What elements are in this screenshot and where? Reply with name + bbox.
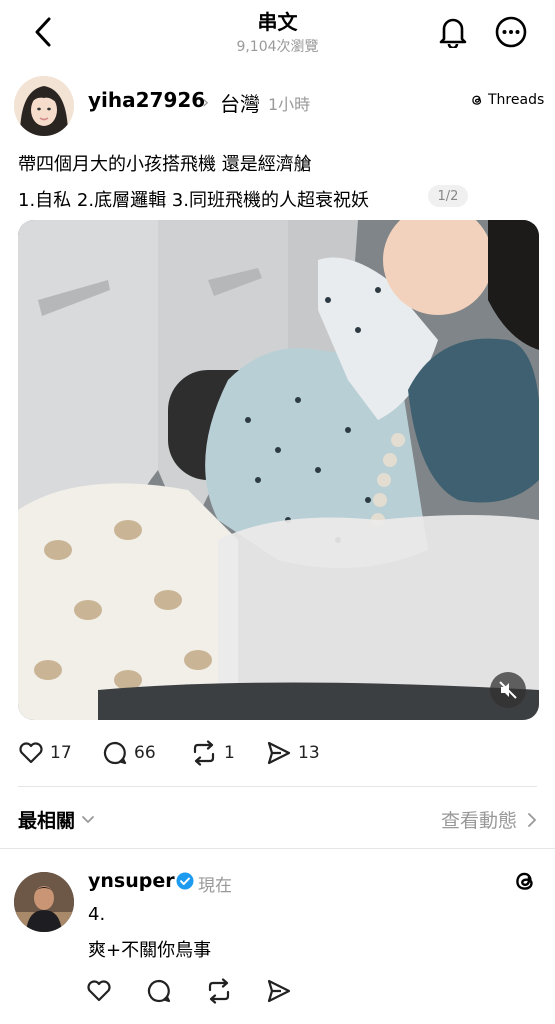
heart-icon — [87, 980, 111, 1002]
reply-threads-button[interactable] — [512, 868, 538, 894]
threads-logo-icon — [516, 872, 533, 890]
reply-share-button[interactable] — [266, 978, 292, 1004]
heart-icon — [19, 742, 43, 764]
view-activity-link[interactable]: 查看動態 — [441, 806, 537, 833]
notification-button[interactable] — [432, 12, 474, 52]
reply-username[interactable]: ynsuper — [88, 870, 175, 892]
reply-text-line-1: 4. — [88, 904, 106, 925]
mute-button[interactable] — [490, 672, 526, 708]
reply-comment-button[interactable] — [146, 978, 172, 1004]
reply-text-line-2: 爽+不關你鳥事 — [88, 940, 212, 961]
threads-logo-icon — [472, 95, 482, 105]
comment-count: 66 — [134, 743, 156, 763]
chevron-right-icon — [528, 812, 537, 827]
post-time: 1小時 — [268, 95, 311, 114]
threads-badge-label: Threads — [488, 92, 545, 108]
share-button[interactable]: 13 — [266, 740, 320, 766]
more-options-icon — [495, 16, 527, 48]
repost-count: 1 — [224, 743, 235, 763]
share-icon — [267, 741, 291, 765]
sort-label: 最相關 — [18, 810, 76, 832]
share-icon — [267, 979, 291, 1003]
reply-author-avatar[interactable] — [14, 872, 74, 932]
share-count: 13 — [298, 743, 320, 763]
like-button[interactable]: 17 — [18, 740, 72, 766]
mute-icon — [499, 681, 517, 699]
post-text-line-2: 1.自私 2.底層邏輯 3.同班飛機的人超衰祝妖 — [18, 190, 369, 211]
comment-icon — [103, 741, 127, 765]
view-activity-label: 查看動態 — [440, 810, 517, 832]
sort-dropdown[interactable]: 最相關 — [18, 806, 95, 833]
more-options-button[interactable] — [490, 12, 532, 52]
verified-badge-icon — [176, 872, 194, 890]
post-location[interactable]: 台灣 — [220, 88, 260, 117]
like-count: 17 — [50, 743, 72, 763]
comment-button[interactable]: 66 — [102, 740, 156, 766]
post-username[interactable]: yiha27926 — [88, 88, 205, 112]
post-text-line-1: 帶四個月大的小孩搭飛機 還是經濟艙 — [18, 154, 312, 175]
reply-like-button[interactable] — [86, 978, 112, 1004]
divider — [18, 786, 537, 787]
chevron-right-icon: › — [202, 92, 210, 113]
chevron-down-icon — [82, 815, 94, 823]
repost-icon — [193, 740, 215, 766]
reply-time: 現在 — [198, 876, 232, 896]
reply-repost-button[interactable] — [205, 978, 233, 1004]
comment-icon — [147, 979, 171, 1003]
media-page-indicator: 1/2 — [428, 185, 468, 207]
threads-badge[interactable]: Threads — [470, 92, 544, 108]
notification-bell-icon — [439, 18, 467, 48]
repost-icon — [208, 978, 230, 1004]
repost-button[interactable]: 1 — [190, 740, 235, 766]
post-video[interactable] — [18, 220, 539, 720]
divider — [0, 848, 555, 849]
post-author-avatar[interactable] — [14, 76, 74, 136]
